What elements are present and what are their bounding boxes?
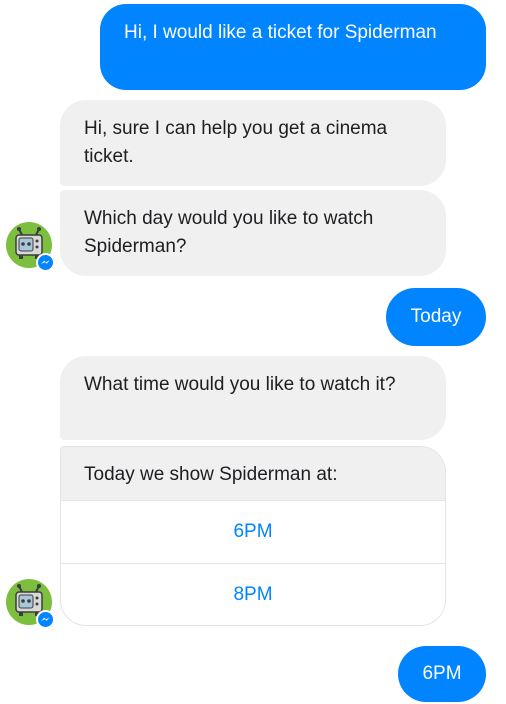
messenger-badge-icon bbox=[36, 253, 55, 272]
message-text: Which day would you like to watch Spider… bbox=[84, 208, 374, 257]
user-message-bubble: Today bbox=[386, 288, 486, 346]
message-text: What time would you like to watch it? bbox=[84, 374, 396, 395]
card-title: Today we show Spiderman at: bbox=[61, 447, 445, 500]
message-text: Hi, I would like a ticket for Spiderman bbox=[124, 22, 437, 43]
showtime-card: Today we show Spiderman at: 6PM 8PM bbox=[60, 446, 446, 626]
user-message-bubble: Hi, I would like a ticket for Spiderman bbox=[100, 4, 486, 90]
bot-message-bubble: What time would you like to watch it? bbox=[60, 356, 446, 440]
bot-message-bubble: Hi, sure I can help you get a cinema tic… bbox=[60, 100, 446, 186]
bot-avatar[interactable] bbox=[6, 579, 55, 629]
showtime-8pm-button[interactable]: 8PM bbox=[61, 563, 445, 625]
bot-message-bubble: Which day would you like to watch Spider… bbox=[60, 190, 446, 276]
showtime-6pm-button[interactable]: 6PM bbox=[61, 500, 445, 563]
messenger-badge-icon bbox=[36, 610, 55, 629]
bot-avatar[interactable] bbox=[6, 222, 55, 272]
message-text: 6PM bbox=[422, 663, 462, 684]
message-text: Today bbox=[410, 306, 462, 327]
message-text: Hi, sure I can help you get a cinema tic… bbox=[84, 118, 388, 167]
user-message-bubble: 6PM bbox=[398, 646, 486, 702]
